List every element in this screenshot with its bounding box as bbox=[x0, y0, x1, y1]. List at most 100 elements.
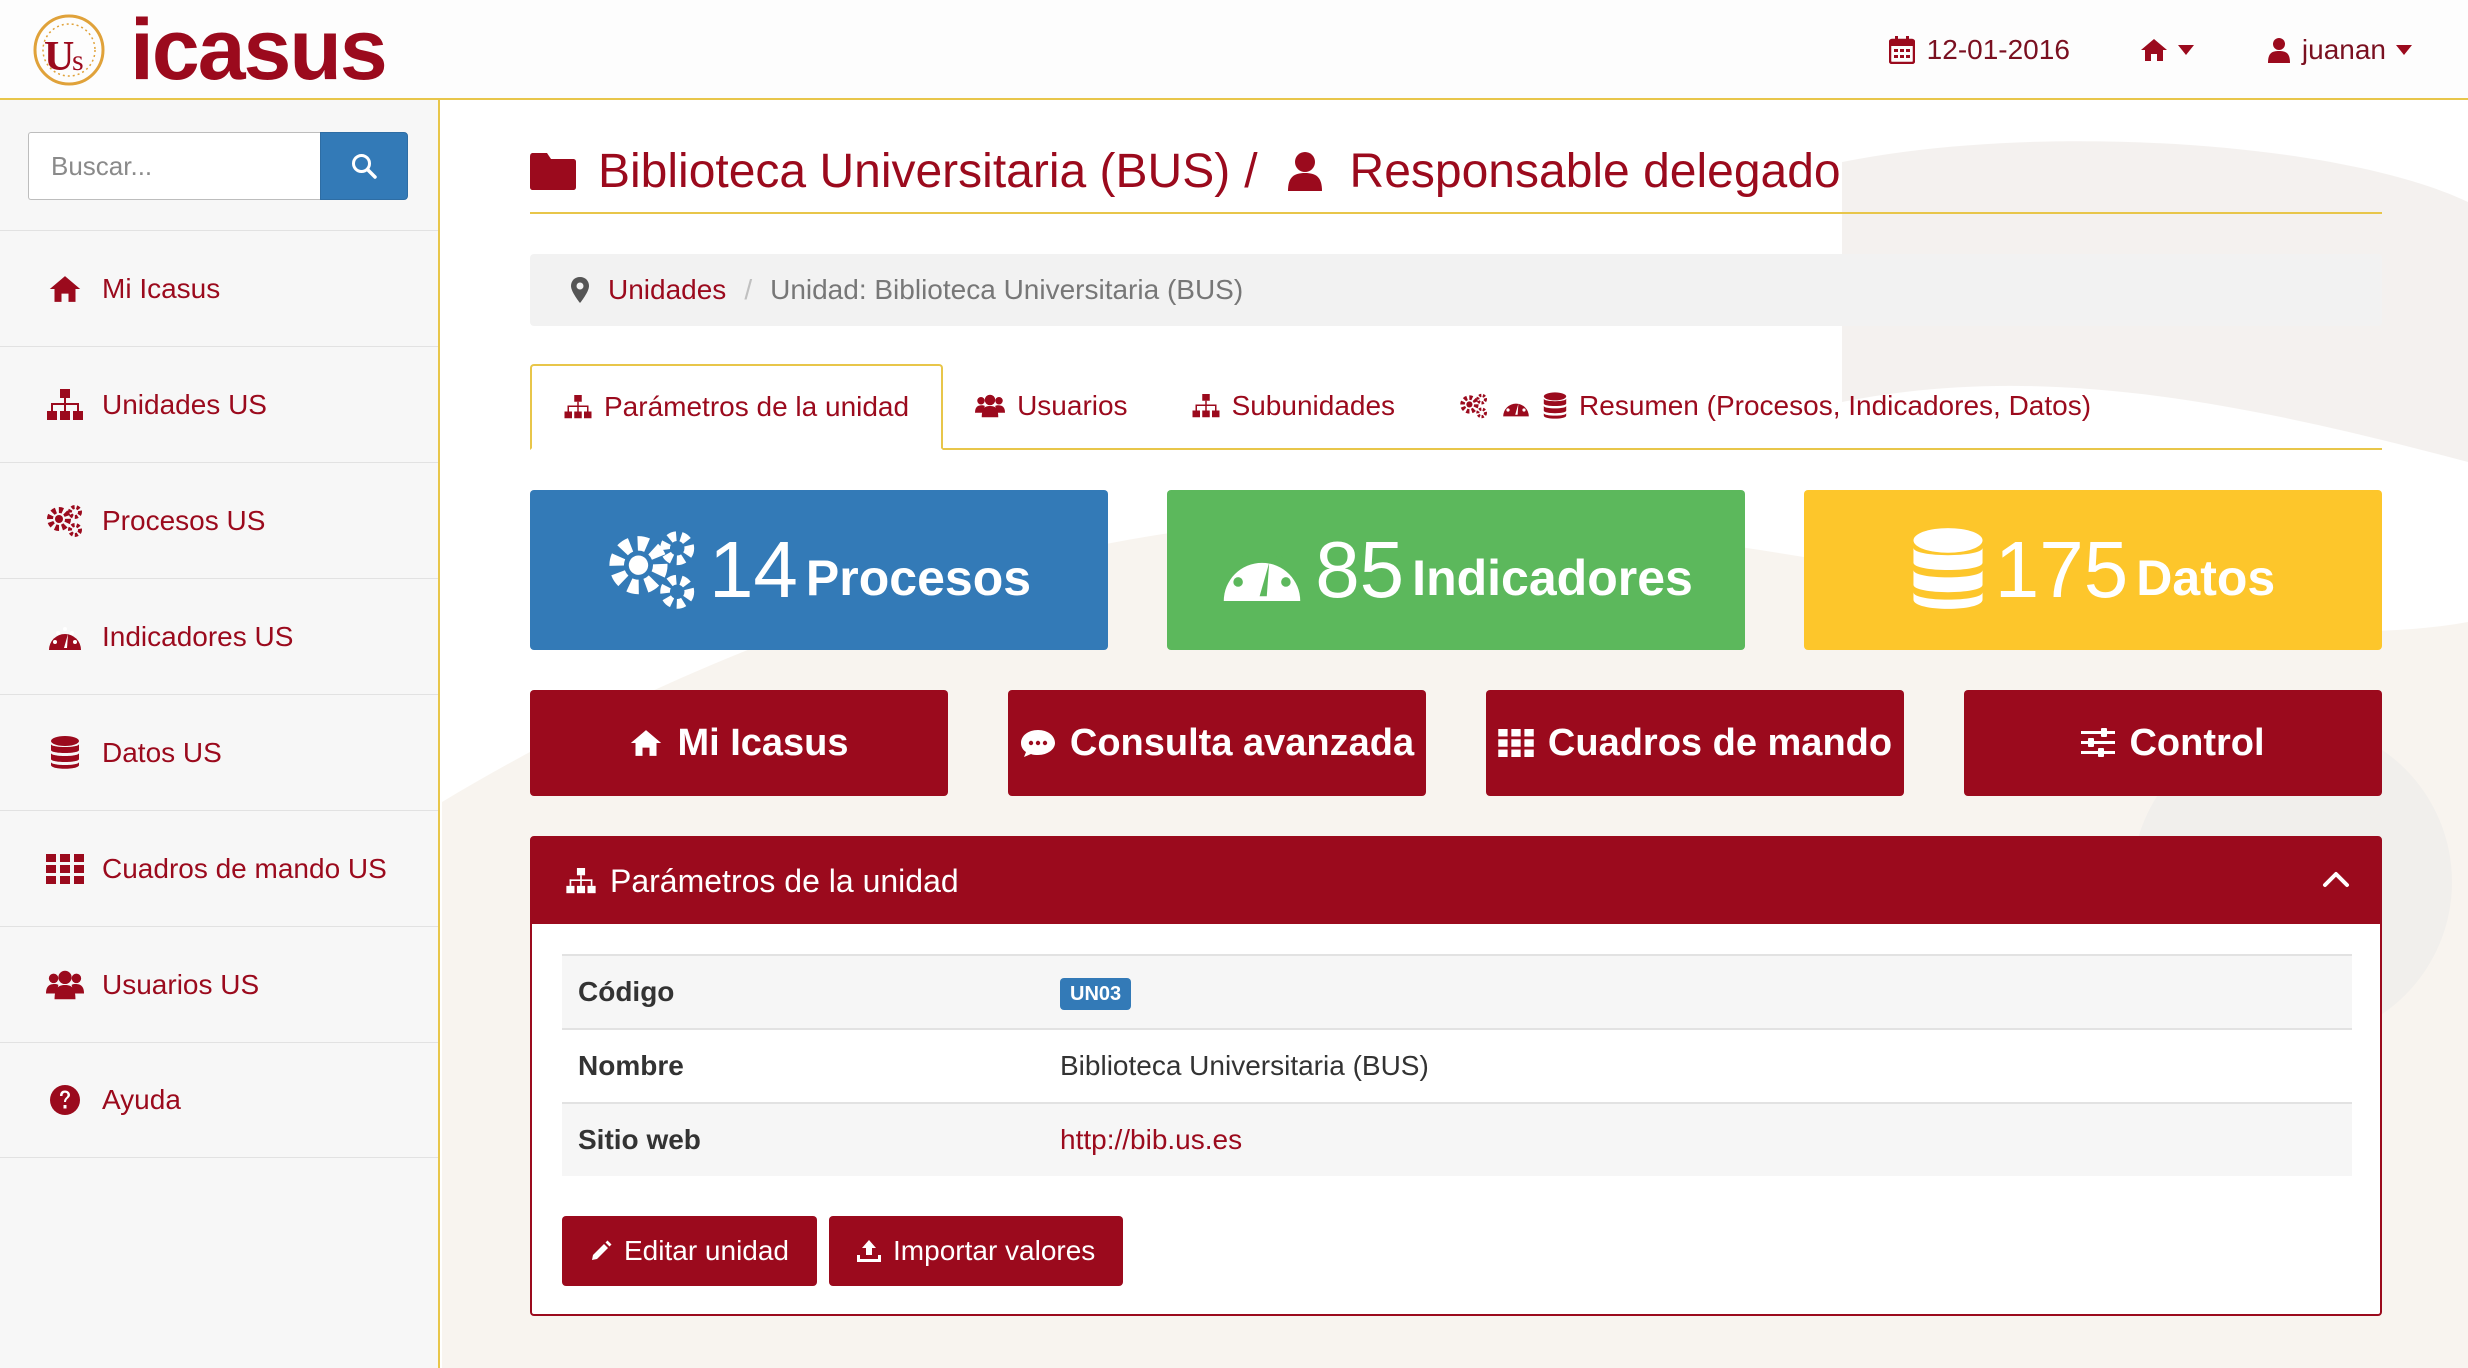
tab-label: Parámetros de la unidad bbox=[604, 391, 910, 422]
caret-down-icon bbox=[2396, 45, 2412, 55]
cogs-icon bbox=[1459, 393, 1489, 419]
sidebar: Mi Icasus Unidades US Proce bbox=[0, 100, 440, 1368]
user-icon bbox=[2267, 38, 2290, 63]
param-key: Código bbox=[578, 976, 675, 1007]
top-navbar: U s icasus 12-01-2016 juanan bbox=[0, 0, 2468, 100]
tab-parametros[interactable]: Parámetros de la unidad bbox=[530, 364, 944, 450]
tile-label: Indicadores bbox=[1412, 550, 1693, 606]
unit-tabs: Parámetros de la unidad Usuarios Subunid… bbox=[530, 364, 2382, 450]
tile-label: Datos bbox=[2136, 550, 2276, 606]
database-icon bbox=[1913, 528, 1983, 609]
map-marker-icon bbox=[571, 277, 589, 303]
username: juanan bbox=[2301, 34, 2386, 65]
tile-count: 14 bbox=[708, 525, 798, 614]
search-button[interactable] bbox=[320, 132, 408, 200]
button-label: Control bbox=[2129, 721, 2265, 764]
home-icon bbox=[2140, 39, 2167, 61]
button-label: Mi Icasus bbox=[677, 721, 849, 764]
sliders-icon bbox=[2081, 728, 2116, 758]
sidebar-item-label: Datos US bbox=[102, 736, 222, 768]
consulta-avanzada-button[interactable]: Consulta avanzada bbox=[1008, 690, 1426, 796]
user-dropdown[interactable]: juanan bbox=[2267, 34, 2412, 66]
brand-name: icasus bbox=[130, 2, 388, 98]
breadcrumb-link-unidades[interactable]: Unidades bbox=[608, 274, 726, 306]
tile-datos[interactable]: 175 Datos bbox=[1804, 490, 2382, 650]
calendar-icon bbox=[1888, 36, 1915, 64]
svg-text:U: U bbox=[44, 34, 74, 80]
tab-usuarios[interactable]: Usuarios bbox=[943, 364, 1159, 448]
sidebar-item-indicadores[interactable]: Indicadores US bbox=[0, 578, 438, 694]
chevron-up-icon[interactable] bbox=[2322, 866, 2350, 894]
sitemap-icon bbox=[564, 395, 592, 419]
page-title-role: Responsable delegado bbox=[1349, 144, 1841, 198]
search-input[interactable] bbox=[28, 132, 320, 200]
page-title-unit: Biblioteca Universitaria (BUS) bbox=[598, 144, 1231, 198]
home-icon bbox=[629, 729, 663, 757]
cogs-icon bbox=[46, 504, 84, 538]
tile-indicadores[interactable]: 85 Indicadores bbox=[1167, 490, 1745, 650]
sidebar-item-label: Ayuda bbox=[102, 1084, 181, 1115]
tile-count: 85 bbox=[1315, 525, 1405, 614]
panel-actions: Editar unidad Importar valores bbox=[562, 1216, 1135, 1286]
folder-icon bbox=[530, 153, 576, 190]
sidebar-item-mi-icasus[interactable]: Mi Icasus bbox=[0, 230, 438, 346]
panel-title: Parámetros de la unidad bbox=[610, 862, 959, 899]
sidebar-item-unidades[interactable]: Unidades US bbox=[0, 346, 438, 462]
grid-icon bbox=[46, 852, 84, 886]
cogs-icon bbox=[609, 531, 695, 609]
page-title: Biblioteca Universitaria (BUS) / Respons… bbox=[530, 130, 2382, 214]
param-value: Biblioteca Universitaria (BUS) bbox=[1060, 1050, 1429, 1081]
search-form bbox=[28, 132, 408, 200]
import-values-button[interactable]: Importar valores bbox=[829, 1216, 1124, 1286]
home-dropdown[interactable] bbox=[2140, 38, 2194, 62]
search-icon bbox=[352, 154, 377, 179]
date-display[interactable]: 12-01-2016 bbox=[1888, 34, 2070, 66]
dashboard-icon bbox=[1223, 546, 1301, 602]
sidebar-item-label: Indicadores US bbox=[102, 620, 294, 652]
mi-icasus-button[interactable]: Mi Icasus bbox=[530, 690, 948, 796]
tile-procesos[interactable]: 14 Procesos bbox=[530, 490, 1108, 650]
sidebar-item-label: Unidades US bbox=[102, 388, 267, 420]
dashboard-icon bbox=[46, 620, 84, 654]
database-icon bbox=[1543, 392, 1567, 420]
brand[interactable]: U s icasus bbox=[26, 2, 388, 98]
sitemap-icon bbox=[1192, 394, 1220, 418]
panel-header: Parámetros de la unidad bbox=[532, 838, 2380, 924]
website-link[interactable]: http://bib.us.es bbox=[1060, 1124, 1242, 1156]
sidebar-item-datos[interactable]: Datos US bbox=[0, 694, 438, 810]
page-title-separator: / bbox=[1244, 144, 1258, 198]
table-row: Nombre Biblioteca Universitaria (BUS) bbox=[562, 1028, 2352, 1102]
tab-resumen[interactable]: Resumen (Procesos, Indicadores, Datos) bbox=[1427, 364, 2123, 448]
dashboard-icon bbox=[1501, 394, 1531, 418]
sidebar-item-procesos[interactable]: Procesos US bbox=[0, 462, 438, 578]
home-icon bbox=[46, 272, 84, 306]
svg-text:s: s bbox=[72, 44, 84, 77]
sidebar-menu: Mi Icasus Unidades US Procesos US Indica… bbox=[0, 230, 438, 1158]
database-icon bbox=[46, 735, 84, 770]
sidebar-item-label: Cuadros de mando US bbox=[102, 852, 387, 884]
sidebar-item-label: Procesos US bbox=[102, 504, 266, 536]
tab-subunidades[interactable]: Subunidades bbox=[1160, 364, 1427, 448]
tab-label: Resumen (Procesos, Indicadores, Datos) bbox=[1579, 390, 2092, 421]
button-label: Importar valores bbox=[893, 1235, 1096, 1266]
breadcrumb: Unidades / Unidad: Biblioteca Universita… bbox=[530, 254, 2382, 326]
tile-label: Procesos bbox=[805, 550, 1032, 606]
caret-down-icon bbox=[2177, 45, 2194, 55]
sidebar-item-ayuda[interactable]: Ayuda bbox=[0, 1042, 438, 1158]
table-row: Código UN03 bbox=[562, 954, 2352, 1028]
question-icon bbox=[46, 1083, 84, 1117]
edit-unit-button[interactable]: Editar unidad bbox=[562, 1216, 818, 1286]
grid-icon bbox=[1498, 729, 1534, 757]
cuadros-de-mando-button[interactable]: Cuadros de mando bbox=[1486, 690, 1904, 796]
sidebar-item-label: Mi Icasus bbox=[102, 272, 221, 304]
control-button[interactable]: Control bbox=[1964, 690, 2382, 796]
sitemap-icon bbox=[46, 388, 84, 422]
sidebar-item-usuarios[interactable]: Usuarios US bbox=[0, 926, 438, 1042]
breadcrumb-separator: / bbox=[744, 274, 753, 305]
breadcrumb-current: Unidad: Biblioteca Universitaria (BUS) bbox=[770, 274, 1244, 305]
user-icon bbox=[1287, 152, 1322, 191]
sidebar-item-cuadros[interactable]: Cuadros de mando US bbox=[0, 810, 438, 926]
table-row: Sitio web http://bib.us.es bbox=[562, 1102, 2352, 1176]
param-key: Sitio web bbox=[578, 1124, 701, 1155]
date-text: 12-01-2016 bbox=[1926, 34, 2070, 65]
